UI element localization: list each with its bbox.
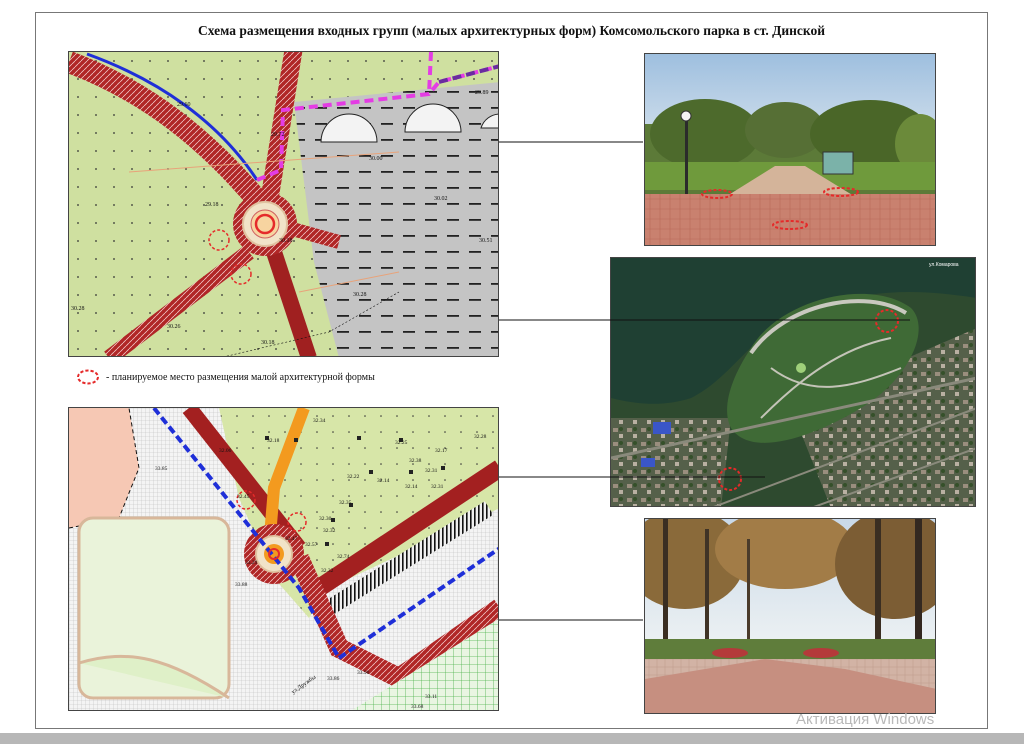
elevation-label: 32.18 [267, 438, 280, 444]
elevation-label: 32.30 [319, 516, 332, 522]
elevation-label: 32.32 [321, 568, 334, 574]
photo-park-alley [644, 518, 936, 714]
elevation-label: 32.45 [237, 494, 250, 500]
elevation-label: 29.18 [205, 202, 219, 208]
elevation-label: 33.68 [411, 704, 424, 710]
site-plan-top-drawing: 29.60 29.72 29.18 29.89 30.00 30.02 30.5… [69, 52, 498, 356]
elevation-label: 32.14 [377, 478, 390, 484]
elevation-label: 30.00 [369, 156, 383, 162]
elevation-label: 32.47 [285, 536, 298, 542]
elevation-label: 32.22 [347, 474, 360, 480]
elevation-label: 32.28 [474, 434, 487, 440]
elevation-label: 32.38 [409, 458, 422, 464]
site-plan-bottom: 33.85 32.18 32.06 32.45 32.34 32.28 32.2… [68, 407, 499, 711]
document-title: Схема размещения входных групп (малых ар… [197, 23, 826, 38]
legend-label: - планируемое место размещения малой арх… [106, 371, 375, 383]
elevation-label: 32.17 [435, 448, 448, 454]
elevation-label: 30.02 [434, 196, 448, 202]
elevation-label: 33.85 [155, 466, 168, 472]
elevation-label: 29.72 [271, 132, 285, 138]
photo-park-alley-image [645, 519, 935, 713]
elevation-label: 30.18 [261, 340, 275, 346]
photo-park-entrance-plaza-image [645, 54, 935, 245]
taskbar [0, 733, 1024, 744]
elevation-label: 32.14 [405, 484, 418, 490]
elevation-label: 32.74 [337, 554, 350, 560]
elevation-label: 32.57 [305, 542, 318, 548]
elevation-label: 32.35 [339, 500, 352, 506]
site-plan-top: 29.60 29.72 29.18 29.89 30.00 30.02 30.5… [68, 51, 499, 357]
elevation-label: 29.60 [177, 102, 191, 108]
red-dashed-circle-icon [77, 369, 99, 385]
elevation-label: 33.90 [357, 670, 370, 676]
drawing-sheet: Схема размещения входных групп (малых ар… [35, 12, 988, 729]
elevation-label: 32.06 [219, 448, 232, 454]
elevation-label: 29.89 [475, 90, 489, 96]
elevation-label: 30.28 [353, 292, 367, 298]
elevation-label: 30.26 [167, 324, 181, 330]
elevation-label: 32.25 [395, 440, 408, 446]
elevation-label: 32.31 [431, 484, 444, 490]
elevation-label: 32.31 [425, 468, 438, 474]
elevation-label: 33.86 [327, 676, 340, 682]
satellite-street-label: ул.Комарова [929, 262, 959, 268]
elevation-label: 30.28 [71, 306, 85, 312]
elevation-label: 30.18 [279, 238, 293, 244]
satellite-view: ул.Комарова [610, 257, 976, 507]
elevation-label: 33.11 [425, 694, 437, 700]
elevation-label: 32.32 [323, 528, 336, 534]
map-legend: - планируемое место размещения малой арх… [76, 369, 375, 385]
elevation-label: 32.34 [313, 418, 326, 424]
photo-park-entrance-plaza [644, 53, 936, 246]
elevation-label: 33.88 [235, 582, 248, 588]
elevation-label: 30.51 [479, 238, 493, 244]
windows-activation-watermark: Активация Windows [796, 711, 935, 728]
satellite-view-image: ул.Комарова [611, 258, 975, 506]
site-plan-bottom-drawing: 33.85 32.18 32.06 32.45 32.34 32.28 32.2… [69, 408, 498, 710]
elevation-label: 33.29 [245, 560, 258, 566]
